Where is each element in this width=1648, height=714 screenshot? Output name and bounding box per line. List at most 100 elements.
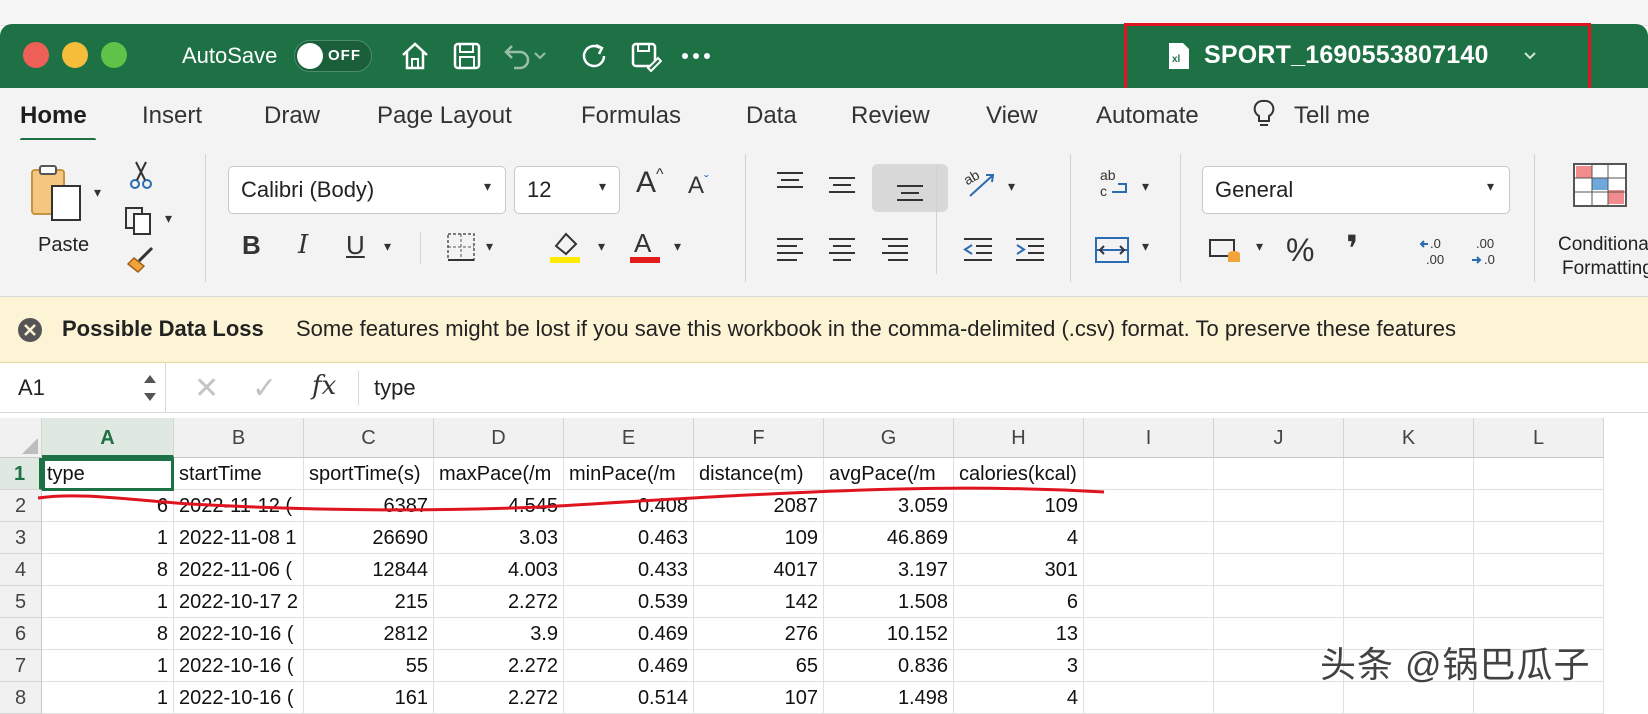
- confirm-entry-icon[interactable]: ✓: [252, 371, 277, 406]
- wrap-text-icon[interactable]: ab c: [1098, 166, 1132, 205]
- cell-d5[interactable]: 2.272: [434, 586, 564, 618]
- cell-h5[interactable]: 6: [954, 586, 1084, 618]
- cell-b8[interactable]: 2022-10-16 (: [174, 682, 304, 714]
- cell-l2[interactable]: [1474, 490, 1604, 522]
- zoom-window-button[interactable]: [101, 42, 127, 68]
- tab-automate[interactable]: Automate: [1096, 102, 1199, 130]
- cell-c4[interactable]: 12844: [304, 554, 434, 586]
- cell-a8[interactable]: 1: [42, 682, 174, 714]
- cell-j1[interactable]: [1214, 458, 1344, 490]
- insert-function-button[interactable]: fx: [312, 371, 336, 401]
- paste-icon[interactable]: [28, 164, 86, 229]
- conditional-formatting-icon[interactable]: [1572, 162, 1628, 213]
- tab-formulas[interactable]: Formulas: [581, 102, 681, 130]
- row-header-2[interactable]: 2: [0, 490, 42, 522]
- increase-indent-icon[interactable]: [1014, 236, 1046, 269]
- increase-font-size-icon[interactable]: A^: [636, 166, 664, 200]
- column-header-c[interactable]: C: [304, 418, 434, 458]
- cancel-entry-icon[interactable]: ✕: [194, 371, 219, 406]
- wrap-text-dropdown-icon[interactable]: ▾: [1142, 178, 1149, 195]
- fill-color-dropdown-icon[interactable]: ▾: [598, 238, 605, 255]
- column-header-g[interactable]: G: [824, 418, 954, 458]
- cell-d1[interactable]: maxPace(/m: [434, 458, 564, 490]
- save-icon[interactable]: [447, 36, 487, 76]
- cell-h3[interactable]: 4: [954, 522, 1084, 554]
- cell-a6[interactable]: 8: [42, 618, 174, 650]
- cell-a7[interactable]: 1: [42, 650, 174, 682]
- formula-input[interactable]: type: [374, 375, 416, 401]
- underline-dropdown-icon[interactable]: ▾: [384, 238, 391, 255]
- cell-a4[interactable]: 8: [42, 554, 174, 586]
- tell-me-search[interactable]: Tell me: [1294, 102, 1370, 130]
- cell-k4[interactable]: [1344, 554, 1474, 586]
- cell-f1[interactable]: distance(m): [694, 458, 824, 490]
- cell-d7[interactable]: 2.272: [434, 650, 564, 682]
- close-window-button[interactable]: [23, 42, 49, 68]
- name-box-stepper-icon[interactable]: [142, 371, 158, 405]
- autosave-toggle[interactable]: OFF: [294, 40, 372, 72]
- cell-h1[interactable]: calories(kcal): [954, 458, 1084, 490]
- row-header-4[interactable]: 4: [0, 554, 42, 586]
- cell-k1[interactable]: [1344, 458, 1474, 490]
- cell-g8[interactable]: 1.498: [824, 682, 954, 714]
- cell-a5[interactable]: 1: [42, 586, 174, 618]
- cell-d6[interactable]: 3.9: [434, 618, 564, 650]
- cell-f2[interactable]: 2087: [694, 490, 824, 522]
- home-icon[interactable]: [395, 36, 435, 76]
- cell-f4[interactable]: 4017: [694, 554, 824, 586]
- cell-i2[interactable]: [1084, 490, 1214, 522]
- cell-h4[interactable]: 301: [954, 554, 1084, 586]
- column-header-l[interactable]: L: [1474, 418, 1604, 458]
- cell-c1[interactable]: sportTime(s): [304, 458, 434, 490]
- cell-i8[interactable]: [1084, 682, 1214, 714]
- underline-button[interactable]: U: [346, 230, 365, 261]
- cell-b5[interactable]: 2022-10-17 2: [174, 586, 304, 618]
- cell-j3[interactable]: [1214, 522, 1344, 554]
- cell-i4[interactable]: [1084, 554, 1214, 586]
- cell-h2[interactable]: 109: [954, 490, 1084, 522]
- name-box[interactable]: A1: [0, 363, 166, 413]
- tab-draw[interactable]: Draw: [264, 102, 320, 130]
- paste-dropdown-icon[interactable]: ▾: [94, 184, 101, 201]
- copy-dropdown-icon[interactable]: ▾: [165, 210, 172, 227]
- cell-i1[interactable]: [1084, 458, 1214, 490]
- cell-b3[interactable]: 2022-11-08 1: [174, 522, 304, 554]
- italic-button[interactable]: I: [298, 230, 308, 260]
- column-header-e[interactable]: E: [564, 418, 694, 458]
- cell-f8[interactable]: 107: [694, 682, 824, 714]
- format-painter-icon[interactable]: [124, 244, 158, 279]
- align-top-icon[interactable]: [775, 170, 805, 199]
- cell-g7[interactable]: 0.836: [824, 650, 954, 682]
- cell-e5[interactable]: 0.539: [564, 586, 694, 618]
- cell-e6[interactable]: 0.469: [564, 618, 694, 650]
- row-header-8[interactable]: 8: [0, 682, 42, 714]
- cell-a3[interactable]: 1: [42, 522, 174, 554]
- cell-d4[interactable]: 4.003: [434, 554, 564, 586]
- font-color-dropdown-icon[interactable]: ▾: [674, 238, 681, 255]
- column-header-i[interactable]: I: [1084, 418, 1214, 458]
- tab-view[interactable]: View: [986, 102, 1038, 130]
- number-format-select[interactable]: General: [1202, 166, 1510, 214]
- bold-button[interactable]: B: [242, 230, 261, 261]
- cell-f3[interactable]: 109: [694, 522, 824, 554]
- font-name-select[interactable]: Calibri (Body): [228, 166, 506, 214]
- cell-b7[interactable]: 2022-10-16 (: [174, 650, 304, 682]
- cell-j5[interactable]: [1214, 586, 1344, 618]
- cell-i6[interactable]: [1084, 618, 1214, 650]
- cell-f5[interactable]: 142: [694, 586, 824, 618]
- merge-dropdown-icon[interactable]: ▾: [1142, 238, 1149, 255]
- borders-icon[interactable]: [446, 232, 476, 267]
- tab-review[interactable]: Review: [851, 102, 930, 130]
- cell-g3[interactable]: 46.869: [824, 522, 954, 554]
- cell-b1[interactable]: startTime: [174, 458, 304, 490]
- column-header-a[interactable]: A: [42, 418, 174, 458]
- cell-e8[interactable]: 0.514: [564, 682, 694, 714]
- cell-c6[interactable]: 2812: [304, 618, 434, 650]
- cell-g4[interactable]: 3.197: [824, 554, 954, 586]
- decrease-indent-icon[interactable]: [962, 236, 994, 269]
- cell-l4[interactable]: [1474, 554, 1604, 586]
- minimize-window-button[interactable]: [62, 42, 88, 68]
- decrease-decimal-icon[interactable]: .00.0: [1470, 236, 1504, 273]
- merge-center-icon[interactable]: [1094, 234, 1130, 271]
- orientation-dropdown-icon[interactable]: ▾: [1008, 178, 1015, 195]
